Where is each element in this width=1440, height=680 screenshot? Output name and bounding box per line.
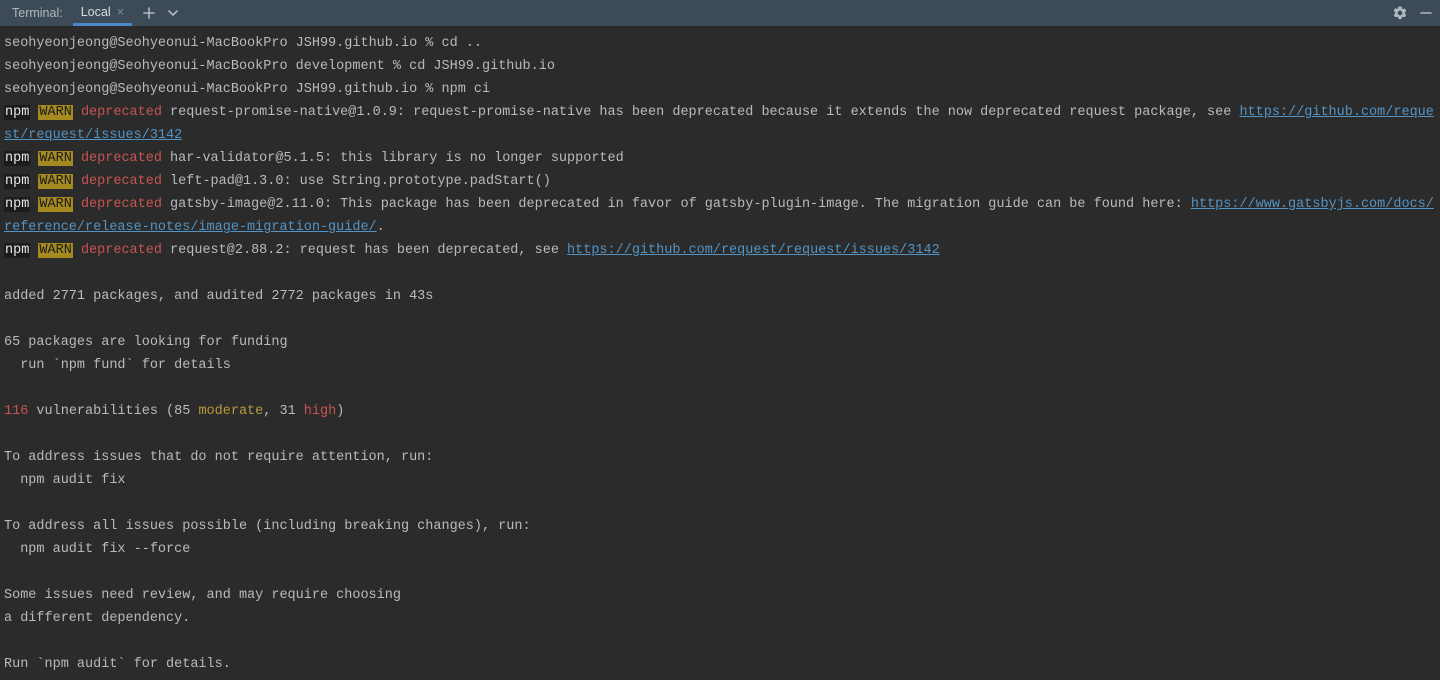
warn-text: request@2.88.2: request has been depreca… [162, 243, 567, 258]
address-cmd: npm audit fix --force [4, 542, 190, 557]
terminal-titlebar: Terminal: Local × [0, 0, 1440, 26]
minimize-icon [1418, 5, 1434, 21]
deprecated-label: deprecated [81, 197, 162, 212]
terminal-output[interactable]: seohyeonjeong@Seohyeonui-MacBookPro JSH9… [0, 26, 1440, 680]
settings-button[interactable] [1392, 5, 1408, 21]
vuln-count: 116 [4, 404, 28, 419]
review-line: Some issues need review, and may require… [4, 588, 401, 603]
command-text: cd JSH99.github.io [409, 59, 555, 74]
npm-tag: npm [4, 174, 30, 189]
terminal-label: Terminal: [6, 6, 69, 20]
summary-added: added 2771 packages, and audited 2772 pa… [4, 289, 433, 304]
command-text: cd .. [442, 36, 483, 51]
warn-text: har-validator@5.1.5: this library is no … [162, 151, 624, 166]
funding-line: 65 packages are looking for funding [4, 335, 288, 350]
vuln-text: , 31 [263, 404, 304, 419]
address-line: To address all issues possible (includin… [4, 519, 531, 534]
deprecated-label: deprecated [81, 243, 162, 258]
warn-tag: WARN [38, 151, 72, 166]
deprecated-label: deprecated [81, 151, 162, 166]
warn-text: . [377, 220, 385, 235]
gear-icon [1392, 5, 1408, 21]
prompt: seohyeonjeong@Seohyeonui-MacBookPro JSH9… [4, 36, 442, 51]
review-line: a different dependency. [4, 611, 190, 626]
warn-text: left-pad@1.3.0: use String.prototype.pad… [162, 174, 551, 189]
chevron-down-icon [166, 6, 180, 20]
npm-tag: npm [4, 243, 30, 258]
warn-tag: WARN [38, 174, 72, 189]
vuln-text: ) [336, 404, 344, 419]
tab-dropdown-button[interactable] [166, 6, 180, 20]
npm-tag: npm [4, 197, 30, 212]
plus-icon [142, 6, 156, 20]
close-icon[interactable]: × [117, 5, 125, 18]
address-cmd: npm audit fix [4, 473, 126, 488]
npm-tag: npm [4, 105, 30, 120]
prompt: seohyeonjeong@Seohyeonui-MacBookPro deve… [4, 59, 409, 74]
warn-tag: WARN [38, 197, 72, 212]
link-github-issue[interactable]: https://github.com/request/request/issue… [567, 243, 940, 258]
warn-text: gatsby-image@2.11.0: This package has be… [162, 197, 1191, 212]
address-line: To address issues that do not require at… [4, 450, 433, 465]
warn-text: request-promise-native@1.0.9: request-pr… [162, 105, 1239, 120]
vuln-high: high [304, 404, 336, 419]
warn-tag: WARN [38, 105, 72, 120]
vuln-moderate: moderate [198, 404, 263, 419]
terminal-tab-local[interactable]: Local × [73, 0, 132, 26]
command-text: npm ci [442, 82, 491, 97]
deprecated-label: deprecated [81, 105, 162, 120]
new-tab-button[interactable] [142, 6, 156, 20]
funding-line: run `npm fund` for details [4, 358, 231, 373]
audit-line: Run `npm audit` for details. [4, 657, 231, 672]
warn-tag: WARN [38, 243, 72, 258]
tab-label: Local [81, 5, 111, 19]
minimize-button[interactable] [1418, 5, 1434, 21]
vuln-text: vulnerabilities (85 [28, 404, 198, 419]
deprecated-label: deprecated [81, 174, 162, 189]
prompt: seohyeonjeong@Seohyeonui-MacBookPro JSH9… [4, 82, 442, 97]
npm-tag: npm [4, 151, 30, 166]
